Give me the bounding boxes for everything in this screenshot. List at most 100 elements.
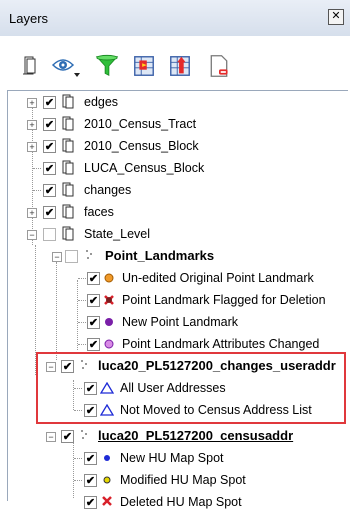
pink-circle-icon <box>104 339 114 349</box>
layer-row-faces[interactable]: + faces <box>0 201 350 223</box>
legend-label: New Point Landmark <box>122 315 239 329</box>
layer-row-point-landmarks[interactable]: − Point_Landmarks <box>0 245 350 267</box>
blue-triangle-icon <box>100 404 114 416</box>
layer-icon <box>62 160 74 175</box>
legend-row-new-hu[interactable]: New HU Map Spot <box>0 447 350 469</box>
layer-row-censusaddr[interactable]: − luca20_PL5127200_censusaddr <box>0 425 350 447</box>
layer-label: luca20_PL5127200_changes_useraddr <box>98 358 336 373</box>
point-layer-icon <box>81 360 87 369</box>
legend-checkbox[interactable] <box>87 272 100 285</box>
panel-title: Layers <box>9 11 49 26</box>
layer-row-changes-useraddr[interactable]: − luca20_PL5127200_changes_useraddr <box>0 355 350 377</box>
add-layer-icon[interactable] <box>18 54 42 78</box>
layer-label: edges <box>84 95 119 109</box>
close-icon[interactable]: ✕ <box>328 9 344 25</box>
tree-connector <box>74 458 82 459</box>
layer-label: Point_Landmarks <box>105 248 215 263</box>
legend-label: Deleted HU Map Spot <box>120 495 242 509</box>
visibility-eye-icon[interactable] <box>50 54 84 78</box>
legend-label: New HU Map Spot <box>120 451 224 465</box>
layer-icon <box>62 226 74 241</box>
layer-icon <box>62 138 74 153</box>
collapse-icon[interactable]: − <box>27 230 37 240</box>
legend-row-all-user-addresses[interactable]: All User Addresses <box>0 377 350 399</box>
legend-row-deleted-hu[interactable]: Deleted HU Map Spot <box>0 491 350 513</box>
orange-circle-icon <box>104 273 114 283</box>
collapse-icon[interactable]: − <box>46 362 56 372</box>
layer-row-census-block[interactable]: + 2010_Census_Block <box>0 135 350 157</box>
tree-connector <box>78 344 86 345</box>
legend-row-flagged[interactable]: Point Landmark Flagged for Deletion <box>0 289 350 311</box>
legend-row-not-moved[interactable]: Not Moved to Census Address List <box>0 399 350 421</box>
expand-icon[interactable]: + <box>27 208 37 218</box>
point-layer-icon <box>81 430 87 439</box>
tree-connector <box>74 388 82 389</box>
legend-label: Point Landmark Flagged for Deletion <box>122 293 326 307</box>
legend-checkbox[interactable] <box>84 404 97 417</box>
layer-checkbox[interactable] <box>43 184 56 197</box>
yellow-dot-icon <box>103 476 111 484</box>
layer-icon <box>62 182 74 197</box>
legend-checkbox[interactable] <box>87 338 100 351</box>
legend-row-modified-hu[interactable]: Modified HU Map Spot <box>0 469 350 491</box>
layer-icon <box>62 116 74 131</box>
blue-triangle-icon <box>100 382 114 394</box>
point-layer-icon <box>86 250 92 259</box>
collapse-icon[interactable]: − <box>46 432 56 442</box>
legend-checkbox[interactable] <box>87 294 100 307</box>
layer-checkbox[interactable] <box>43 228 56 241</box>
tree-connector <box>74 410 82 411</box>
expand-icon[interactable]: + <box>27 98 37 108</box>
tree-connector <box>74 480 82 481</box>
layer-checkbox[interactable] <box>43 118 56 131</box>
expand-icon[interactable]: + <box>27 120 37 130</box>
legend-label: Modified HU Map Spot <box>120 473 246 487</box>
blue-dot-icon <box>104 455 110 461</box>
legend-checkbox[interactable] <box>84 382 97 395</box>
tree-connector <box>78 300 86 301</box>
tree-connector <box>78 278 86 279</box>
remove-layer-icon[interactable] <box>206 54 232 78</box>
layer-row-census-tract[interactable]: + 2010_Census_Tract <box>0 113 350 135</box>
layers-panel: Layers ✕ + ✔ edges + ✔ 2010_Census_Tract… <box>0 0 350 509</box>
layer-checkbox[interactable] <box>61 360 74 373</box>
legend-row-unedited[interactable]: Un-edited Original Point Landmark <box>0 267 350 289</box>
legend-checkbox[interactable] <box>84 452 97 465</box>
layer-row-state-level[interactable]: − State_Level <box>0 223 350 245</box>
legend-checkbox[interactable] <box>84 474 97 487</box>
legend-label: Not Moved to Census Address List <box>120 403 312 417</box>
layer-checkbox[interactable] <box>43 206 56 219</box>
table-sort-icon[interactable] <box>167 54 193 78</box>
panel-titlebar: Layers ✕ <box>0 0 350 37</box>
layer-row-luca-census-block[interactable]: LUCA_Census_Block <box>0 157 350 179</box>
flagged-x-icon <box>104 295 114 305</box>
tree-connector <box>78 322 86 323</box>
expand-icon[interactable]: + <box>27 142 37 152</box>
layer-checkbox[interactable] <box>43 140 56 153</box>
tree-connector <box>33 190 41 191</box>
legend-checkbox[interactable] <box>87 316 100 329</box>
layer-row-edges[interactable]: + edges <box>0 91 350 113</box>
layer-label: 2010_Census_Tract <box>84 117 197 131</box>
filter-icon[interactable] <box>94 54 120 78</box>
layer-icon <box>62 204 74 219</box>
layer-label: changes <box>84 183 132 197</box>
layer-icon <box>62 94 74 109</box>
tree-connector <box>33 168 41 169</box>
layer-label: luca20_PL5127200_censusaddr <box>98 428 294 443</box>
legend-row-new[interactable]: New Point Landmark <box>0 311 350 333</box>
layer-checkbox[interactable] <box>43 96 56 109</box>
purple-circle-icon <box>105 318 113 326</box>
layer-label: 2010_Census_Block <box>84 139 199 153</box>
collapse-icon[interactable]: − <box>52 252 62 262</box>
layer-label: LUCA_Census_Block <box>84 161 205 175</box>
legend-label: All User Addresses <box>120 381 226 395</box>
layer-label: faces <box>84 205 114 219</box>
layer-checkbox[interactable] <box>43 162 56 175</box>
red-x-icon <box>102 496 112 506</box>
layer-label: State_Level <box>84 227 151 241</box>
layer-row-changes[interactable]: changes <box>0 179 350 201</box>
open-attribute-table-icon[interactable] <box>131 54 157 78</box>
layer-checkbox[interactable] <box>65 250 78 263</box>
layer-checkbox[interactable] <box>61 430 74 443</box>
